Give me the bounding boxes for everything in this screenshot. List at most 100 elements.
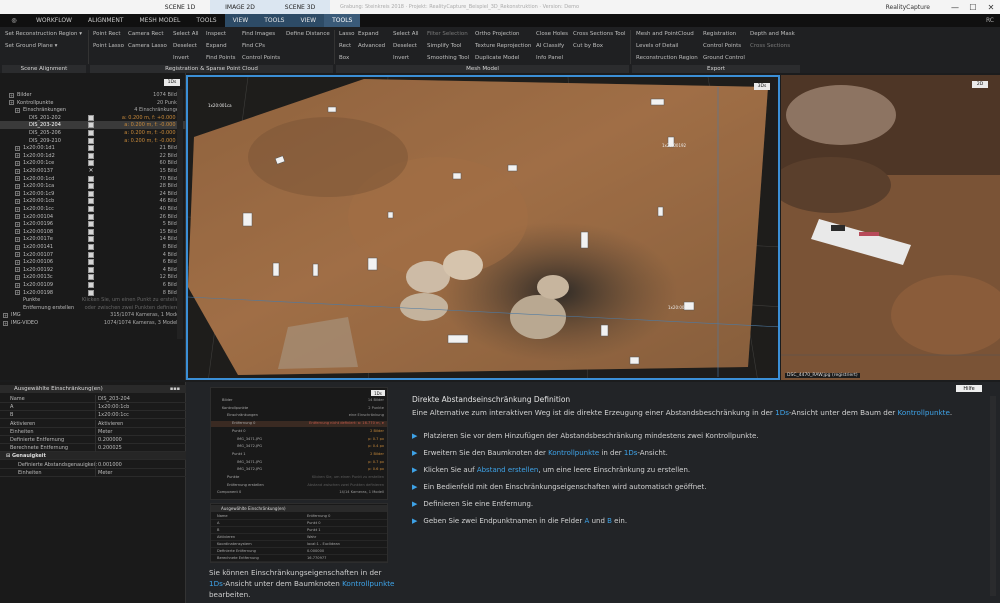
intro-link-1ds[interactable]: 1Ds <box>775 408 789 417</box>
select-all-button[interactable]: Select All <box>173 31 199 37</box>
ortho-projection-button[interactable]: Ortho Projection <box>475 31 520 37</box>
menu-tools-2[interactable]: TOOLS <box>324 14 361 27</box>
property-value[interactable]: 0.200000 <box>98 437 122 443</box>
minimize-icon[interactable]: — <box>946 0 964 14</box>
box-button[interactable]: Box <box>339 55 349 61</box>
control-points-export-button[interactable]: Control Points <box>703 43 741 49</box>
checkbox[interactable] <box>88 198 94 205</box>
mesh-deselect-button[interactable]: Deselect <box>393 43 417 49</box>
camera-lasso-button[interactable]: Camera Lasso <box>128 43 167 49</box>
reconstruction-region-button[interactable]: Reconstruction Region <box>636 55 698 61</box>
point-lasso-button[interactable]: Point Lasso <box>93 43 124 49</box>
rect-button[interactable]: Rect <box>339 43 351 49</box>
view-badge-3ds[interactable]: 3Ds <box>754 83 770 90</box>
checkbox[interactable] <box>88 266 94 273</box>
checkbox[interactable] <box>88 221 94 228</box>
checkbox[interactable] <box>88 244 94 250</box>
expand-toggle-icon[interactable]: + <box>15 198 20 204</box>
find-images-button[interactable]: Find Images <box>242 31 275 37</box>
menu-workflow[interactable]: WORKFLOW <box>28 14 80 27</box>
expand-toggle-icon[interactable]: + <box>9 100 14 106</box>
mesh-select-all-button[interactable]: Select All <box>393 31 419 37</box>
app-logo-icon[interactable]: ◎ <box>0 14 28 27</box>
panel-buttons-icon[interactable]: ▪▪▪ <box>170 386 180 392</box>
property-row[interactable]: Einheiten Meter <box>0 427 186 436</box>
expand-toggle-icon[interactable]: + <box>15 259 20 265</box>
inspect-button[interactable]: Inspect <box>206 31 226 37</box>
cut-by-box-button[interactable]: Cut by Box <box>573 43 603 49</box>
expand-toggle-icon[interactable]: + <box>15 176 20 182</box>
info-panel-button[interactable]: Info Panel <box>536 55 563 61</box>
checkbox[interactable] <box>88 282 94 288</box>
expand-toggle-icon[interactable]: + <box>15 267 20 273</box>
expand-toggle-icon[interactable]: + <box>15 145 20 151</box>
tab-image-2d[interactable]: IMAGE 2D <box>210 0 270 14</box>
viewport-3d[interactable]: 1x20:00192 1x20:00196 1x20:001ca 3Ds <box>186 75 780 380</box>
ground-control-button[interactable]: Ground Control <box>703 55 745 61</box>
maximize-icon[interactable]: ☐ <box>964 0 982 14</box>
property-row[interactable]: Definierte Entfernung 0.200000 <box>0 436 186 444</box>
help-button[interactable]: Hilfe <box>956 385 982 392</box>
checkbox[interactable] <box>88 122 94 129</box>
expand-toggle-icon[interactable]: + <box>3 320 8 326</box>
expand-toggle-icon[interactable]: + <box>15 282 20 288</box>
deselect-button[interactable]: Deselect <box>173 43 197 49</box>
checkbox[interactable] <box>88 289 94 296</box>
property-value[interactable]: 0.200025 <box>98 445 122 451</box>
registration-export-button[interactable]: Registration <box>703 31 736 37</box>
set-ground-plane-button[interactable]: Set Ground Plane ▾ <box>5 43 57 49</box>
checkbox[interactable] <box>88 213 94 220</box>
property-value[interactable]: 0.001000 <box>98 462 122 468</box>
filter-selection-button[interactable]: Filter Selection <box>427 31 468 37</box>
menu-alignment[interactable]: ALIGNMENT <box>80 14 131 27</box>
checkbox[interactable] <box>88 130 94 136</box>
tab-scene-3d[interactable]: SCENE 3D <box>270 0 330 14</box>
excluded-icon[interactable]: ✕ <box>88 168 94 174</box>
mesh-expand-button[interactable]: Expand <box>358 31 379 37</box>
levels-of-detail-button[interactable]: Levels of Detail <box>636 43 678 49</box>
expand-toggle-icon[interactable]: + <box>15 229 20 235</box>
expand-toggle-icon[interactable]: + <box>15 168 20 174</box>
texture-reprojection-button[interactable]: Texture Reprojection <box>475 43 531 49</box>
intro-link-kontrollpunkte[interactable]: Kontrollpunkte <box>898 408 950 417</box>
invert-button[interactable]: Invert <box>173 55 189 61</box>
checkbox[interactable] <box>88 190 94 197</box>
expand-toggle-icon[interactable]: + <box>9 92 14 98</box>
property-value[interactable]: Aktivieren <box>98 421 123 427</box>
menu-tools-1[interactable]: TOOLS <box>256 14 293 27</box>
expand-toggle-icon[interactable]: + <box>15 252 20 258</box>
mesh-invert-button[interactable]: Invert <box>393 55 409 61</box>
expand-toggle-icon[interactable]: + <box>15 214 20 220</box>
expand-toggle-icon[interactable]: + <box>15 153 20 159</box>
checkbox[interactable] <box>88 236 94 243</box>
expand-toggle-icon[interactable]: + <box>15 290 20 296</box>
control-points-button[interactable]: Control Points <box>242 55 280 61</box>
checkbox[interactable] <box>88 152 94 159</box>
checkbox[interactable] <box>88 175 94 182</box>
property-row[interactable]: Definierte Abstandsgenauigkeit 0.001000 <box>0 460 186 469</box>
cross-sections-export-button[interactable]: Cross Sections <box>750 43 790 49</box>
mesh-and-pointcloud-button[interactable]: Mesh and PointCloud <box>636 31 694 37</box>
property-group[interactable]: ⊟ Genauigkeit <box>0 452 186 461</box>
property-row[interactable]: B 1x20:00:1cc <box>0 411 186 420</box>
lasso-button[interactable]: Lasso <box>339 31 355 37</box>
duplicate-model-button[interactable]: Duplicate Model <box>475 55 519 61</box>
depth-and-mask-button[interactable]: Depth and Mask <box>750 31 795 37</box>
image-view-2d[interactable]: 2D DSC_4470_RAW.jpg (registriert) <box>781 75 1000 380</box>
ai-classify-button[interactable]: AI Classify <box>536 43 564 49</box>
checkbox[interactable] <box>88 259 94 266</box>
expand-toggle-icon[interactable]: + <box>15 274 20 280</box>
caption-link-kontrollpunkte[interactable]: Kontrollpunkte <box>342 579 394 588</box>
checkbox[interactable] <box>88 274 94 281</box>
step-link-1ds[interactable]: 1Ds <box>624 449 638 457</box>
property-row[interactable]: Berechnete Entfernung 0.200025 <box>0 444 186 453</box>
caption-link-1ds[interactable]: 1Ds <box>209 579 223 588</box>
expand-toggle-icon[interactable]: + <box>15 183 20 189</box>
expand-toggle-icon[interactable]: + <box>15 236 20 242</box>
expand-toggle-icon[interactable]: + <box>3 312 8 318</box>
property-value[interactable]: 1x20:00:1cb <box>98 404 129 410</box>
property-value[interactable]: Meter <box>98 429 112 435</box>
find-cps-button[interactable]: Find CPs <box>242 43 265 49</box>
expand-button[interactable]: Expand <box>206 43 227 49</box>
tree-scrollbar[interactable] <box>177 89 183 339</box>
